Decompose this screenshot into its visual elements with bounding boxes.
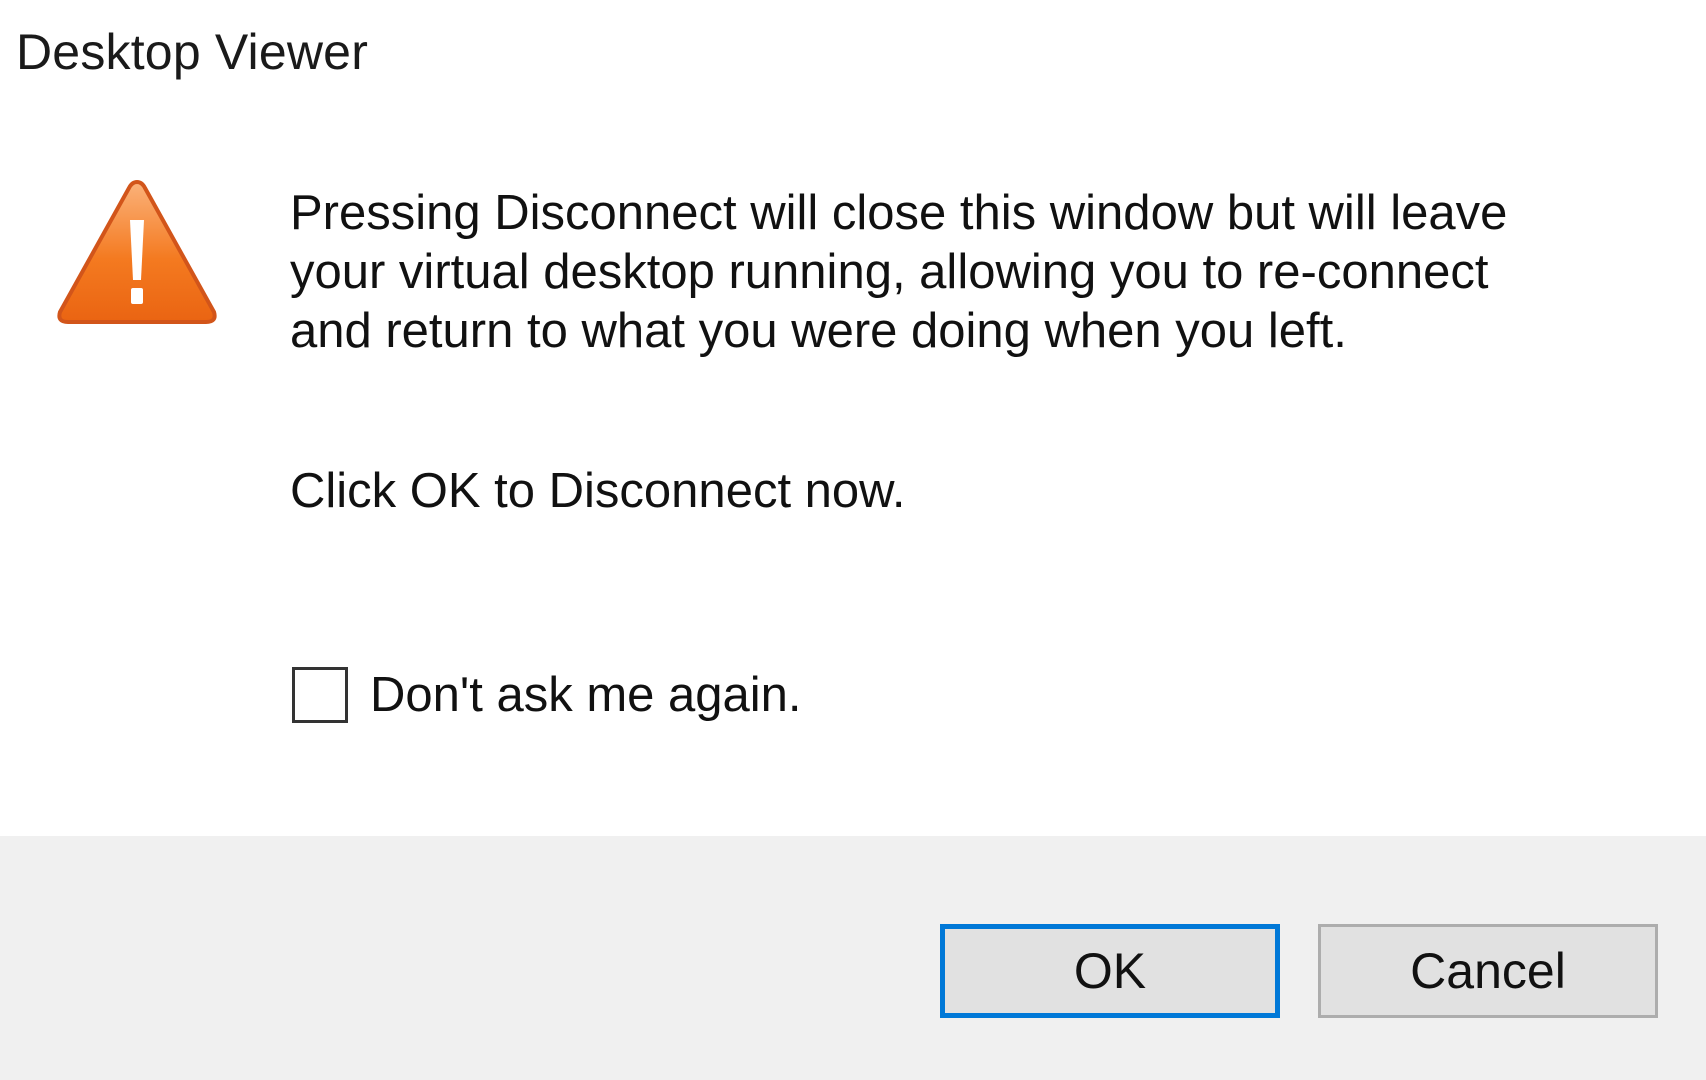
button-footer: OK Cancel [0,836,1706,1080]
ok-button[interactable]: OK [940,924,1280,1018]
message-line: your virtual desktop running, allowing y… [290,245,1489,299]
window-title: Desktop Viewer [16,24,369,80]
checkbox-label[interactable]: Don't ask me again. [370,666,802,725]
message-text: Pressing Disconnect will close this wind… [290,184,1670,361]
message-line: and return to what you were doing when y… [290,304,1347,358]
dont-ask-again-checkbox-row[interactable]: Don't ask me again. [292,662,802,728]
disconnect-dialog: Desktop Viewer Pressing Disconnect will … [0,0,1706,1080]
dont-ask-again-checkbox[interactable] [292,667,348,723]
message-line: Pressing Disconnect will close this wind… [290,186,1508,240]
prompt-text: Click OK to Disconnect now. [290,464,906,518]
cancel-button[interactable]: Cancel [1318,924,1658,1018]
warning-icon [57,180,217,324]
